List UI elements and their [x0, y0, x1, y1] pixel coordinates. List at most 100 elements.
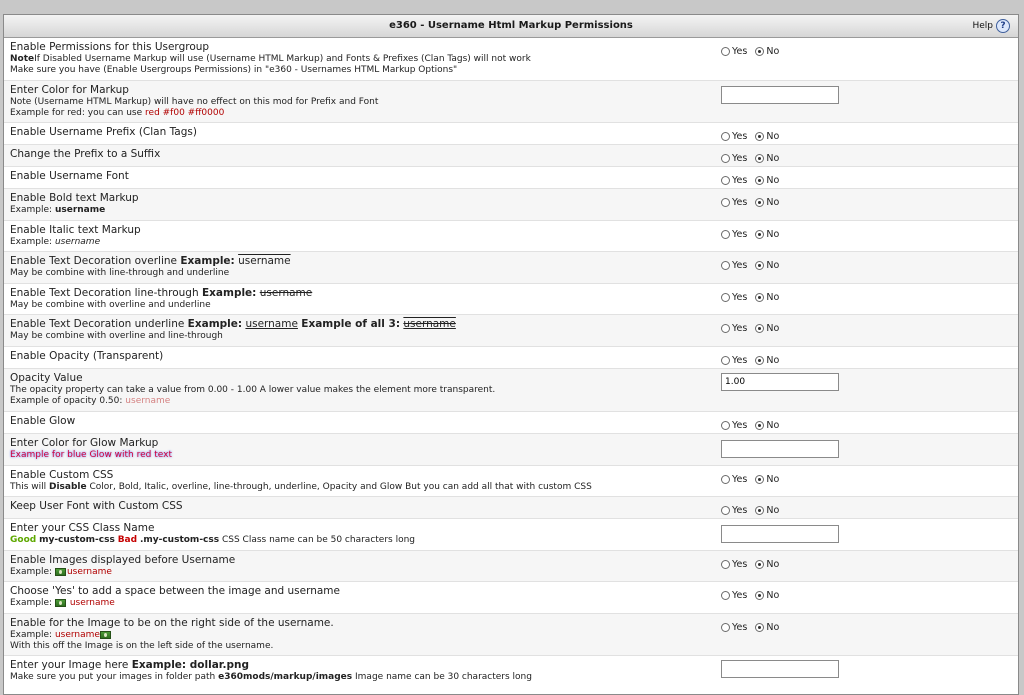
example-value: username [259, 287, 313, 299]
yes-radio[interactable] [721, 475, 730, 484]
note-text: May be combine with overline and line-th… [10, 331, 223, 341]
opacity-value-input[interactable] [721, 373, 839, 391]
note-pre: This will [10, 482, 47, 492]
row-opacity-value: Opacity Value The opacity property can t… [4, 369, 1018, 412]
yes-radio[interactable] [721, 176, 730, 185]
yes-radio[interactable] [721, 154, 730, 163]
note-text: CSS Class name can be 50 characters long [221, 535, 416, 545]
no-label: No [766, 622, 780, 633]
yes-radio[interactable] [721, 230, 730, 239]
example-label: Example: [187, 318, 243, 330]
row-image-space: Choose 'Yes' to add a space between the … [4, 582, 1018, 614]
no-radio[interactable] [755, 154, 765, 163]
example-value: username [125, 396, 171, 406]
row-images-before: Enable Images displayed before Username … [4, 551, 1018, 582]
note-text: With this off the Image is on the left s… [10, 641, 274, 651]
no-radio[interactable] [755, 198, 765, 207]
no-radio[interactable] [755, 475, 765, 484]
no-label: No [766, 153, 780, 164]
yes-radio[interactable] [721, 324, 730, 333]
row-keep-user-font: Keep User Font with Custom CSS Yes No [4, 497, 1018, 519]
yes-label: Yes [732, 590, 748, 601]
no-radio[interactable] [755, 421, 765, 430]
row-css-class-name: Enter your CSS Class Name Good my-custom… [4, 519, 1018, 551]
row-glow: Enable Glow Yes No [4, 412, 1018, 434]
no-radio[interactable] [755, 560, 765, 569]
yes-radio[interactable] [721, 261, 730, 270]
no-radio[interactable] [755, 47, 765, 56]
row-title: Keep User Font with Custom CSS [10, 500, 183, 512]
example-all-label: Example of all 3: [301, 318, 401, 330]
row-opacity: Enable Opacity (Transparent) Yes No [4, 347, 1018, 369]
no-label: No [766, 559, 780, 570]
dollar-icon [54, 567, 66, 576]
no-radio[interactable] [755, 261, 765, 270]
example-value: username [54, 630, 100, 640]
help-label: Help [972, 21, 993, 31]
row-color-markup: Enter Color for Markup Note (Username HT… [4, 81, 1018, 123]
row-overline: Enable Text Decoration overline Example:… [4, 252, 1018, 284]
example-label: Example of opacity 0.50: [10, 396, 123, 406]
color-markup-input[interactable] [721, 86, 839, 104]
row-line-through: Enable Text Decoration line-through Exam… [4, 284, 1018, 315]
no-radio[interactable] [755, 591, 765, 600]
good-label: Good [10, 535, 37, 545]
no-radio[interactable] [755, 176, 765, 185]
row-image-name: Enter your Image here Example: dollar.pn… [4, 656, 1018, 688]
no-label: No [766, 229, 780, 240]
yes-label: Yes [732, 505, 748, 516]
row-title: Enable Text Decoration line-through [10, 287, 199, 299]
yes-radio[interactable] [721, 623, 730, 632]
example-label: Example: [10, 598, 53, 608]
row-title: Enter your CSS Class Name [10, 522, 155, 534]
note-text-2: Make sure you have (Enable Usergroups Pe… [10, 65, 458, 75]
help-icon[interactable]: ? [996, 19, 1010, 33]
help-link[interactable]: Help ? [972, 19, 1010, 33]
row-title: Enter Color for Markup [10, 84, 129, 96]
radio-group: Yes No [721, 153, 787, 164]
note-text: May be combine with overline and underli… [10, 300, 211, 310]
no-label: No [766, 197, 780, 208]
no-label: No [766, 474, 780, 485]
yes-radio[interactable] [721, 132, 730, 141]
no-label: No [766, 323, 780, 334]
css-class-input[interactable] [721, 525, 839, 543]
no-radio[interactable] [755, 132, 765, 141]
radio-group: Yes No [721, 505, 787, 516]
yes-radio[interactable] [721, 591, 730, 600]
yes-radio[interactable] [721, 47, 730, 56]
no-radio[interactable] [755, 324, 765, 333]
good-value: my-custom-css [39, 535, 115, 545]
no-label: No [766, 175, 780, 186]
radio-group: Yes No [721, 229, 787, 240]
no-radio[interactable] [755, 293, 765, 302]
yes-radio[interactable] [721, 293, 730, 302]
example-label: Example: [10, 630, 53, 640]
no-radio[interactable] [755, 506, 765, 515]
note-text: Note (Username HTML Markup) will have no… [10, 97, 379, 107]
yes-label: Yes [732, 153, 748, 164]
no-radio[interactable] [755, 623, 765, 632]
image-name-input[interactable] [721, 660, 839, 678]
yes-radio[interactable] [721, 506, 730, 515]
row-title: Enable Italic text Markup [10, 224, 141, 236]
example-value: username [69, 598, 115, 608]
no-label: No [766, 260, 780, 271]
yes-radio[interactable] [721, 198, 730, 207]
row-italic-markup: Enable Italic text Markup Example: usern… [4, 221, 1018, 252]
row-title: Enable Username Prefix (Clan Tags) [10, 126, 197, 138]
glow-color-input[interactable] [721, 440, 839, 458]
yes-radio[interactable] [721, 560, 730, 569]
note-text: The opacity property can take a value fr… [10, 385, 496, 395]
radio-group: Yes No [721, 590, 787, 601]
no-label: No [766, 292, 780, 303]
example-label: Example: [201, 287, 257, 299]
yes-radio[interactable] [721, 356, 730, 365]
no-radio[interactable] [755, 230, 765, 239]
no-radio[interactable] [755, 356, 765, 365]
example-label: Example: [10, 237, 53, 247]
radio-group: Yes No [721, 355, 787, 366]
example-label: Example: [180, 255, 235, 267]
row-title: Opacity Value [10, 372, 83, 384]
yes-radio[interactable] [721, 421, 730, 430]
